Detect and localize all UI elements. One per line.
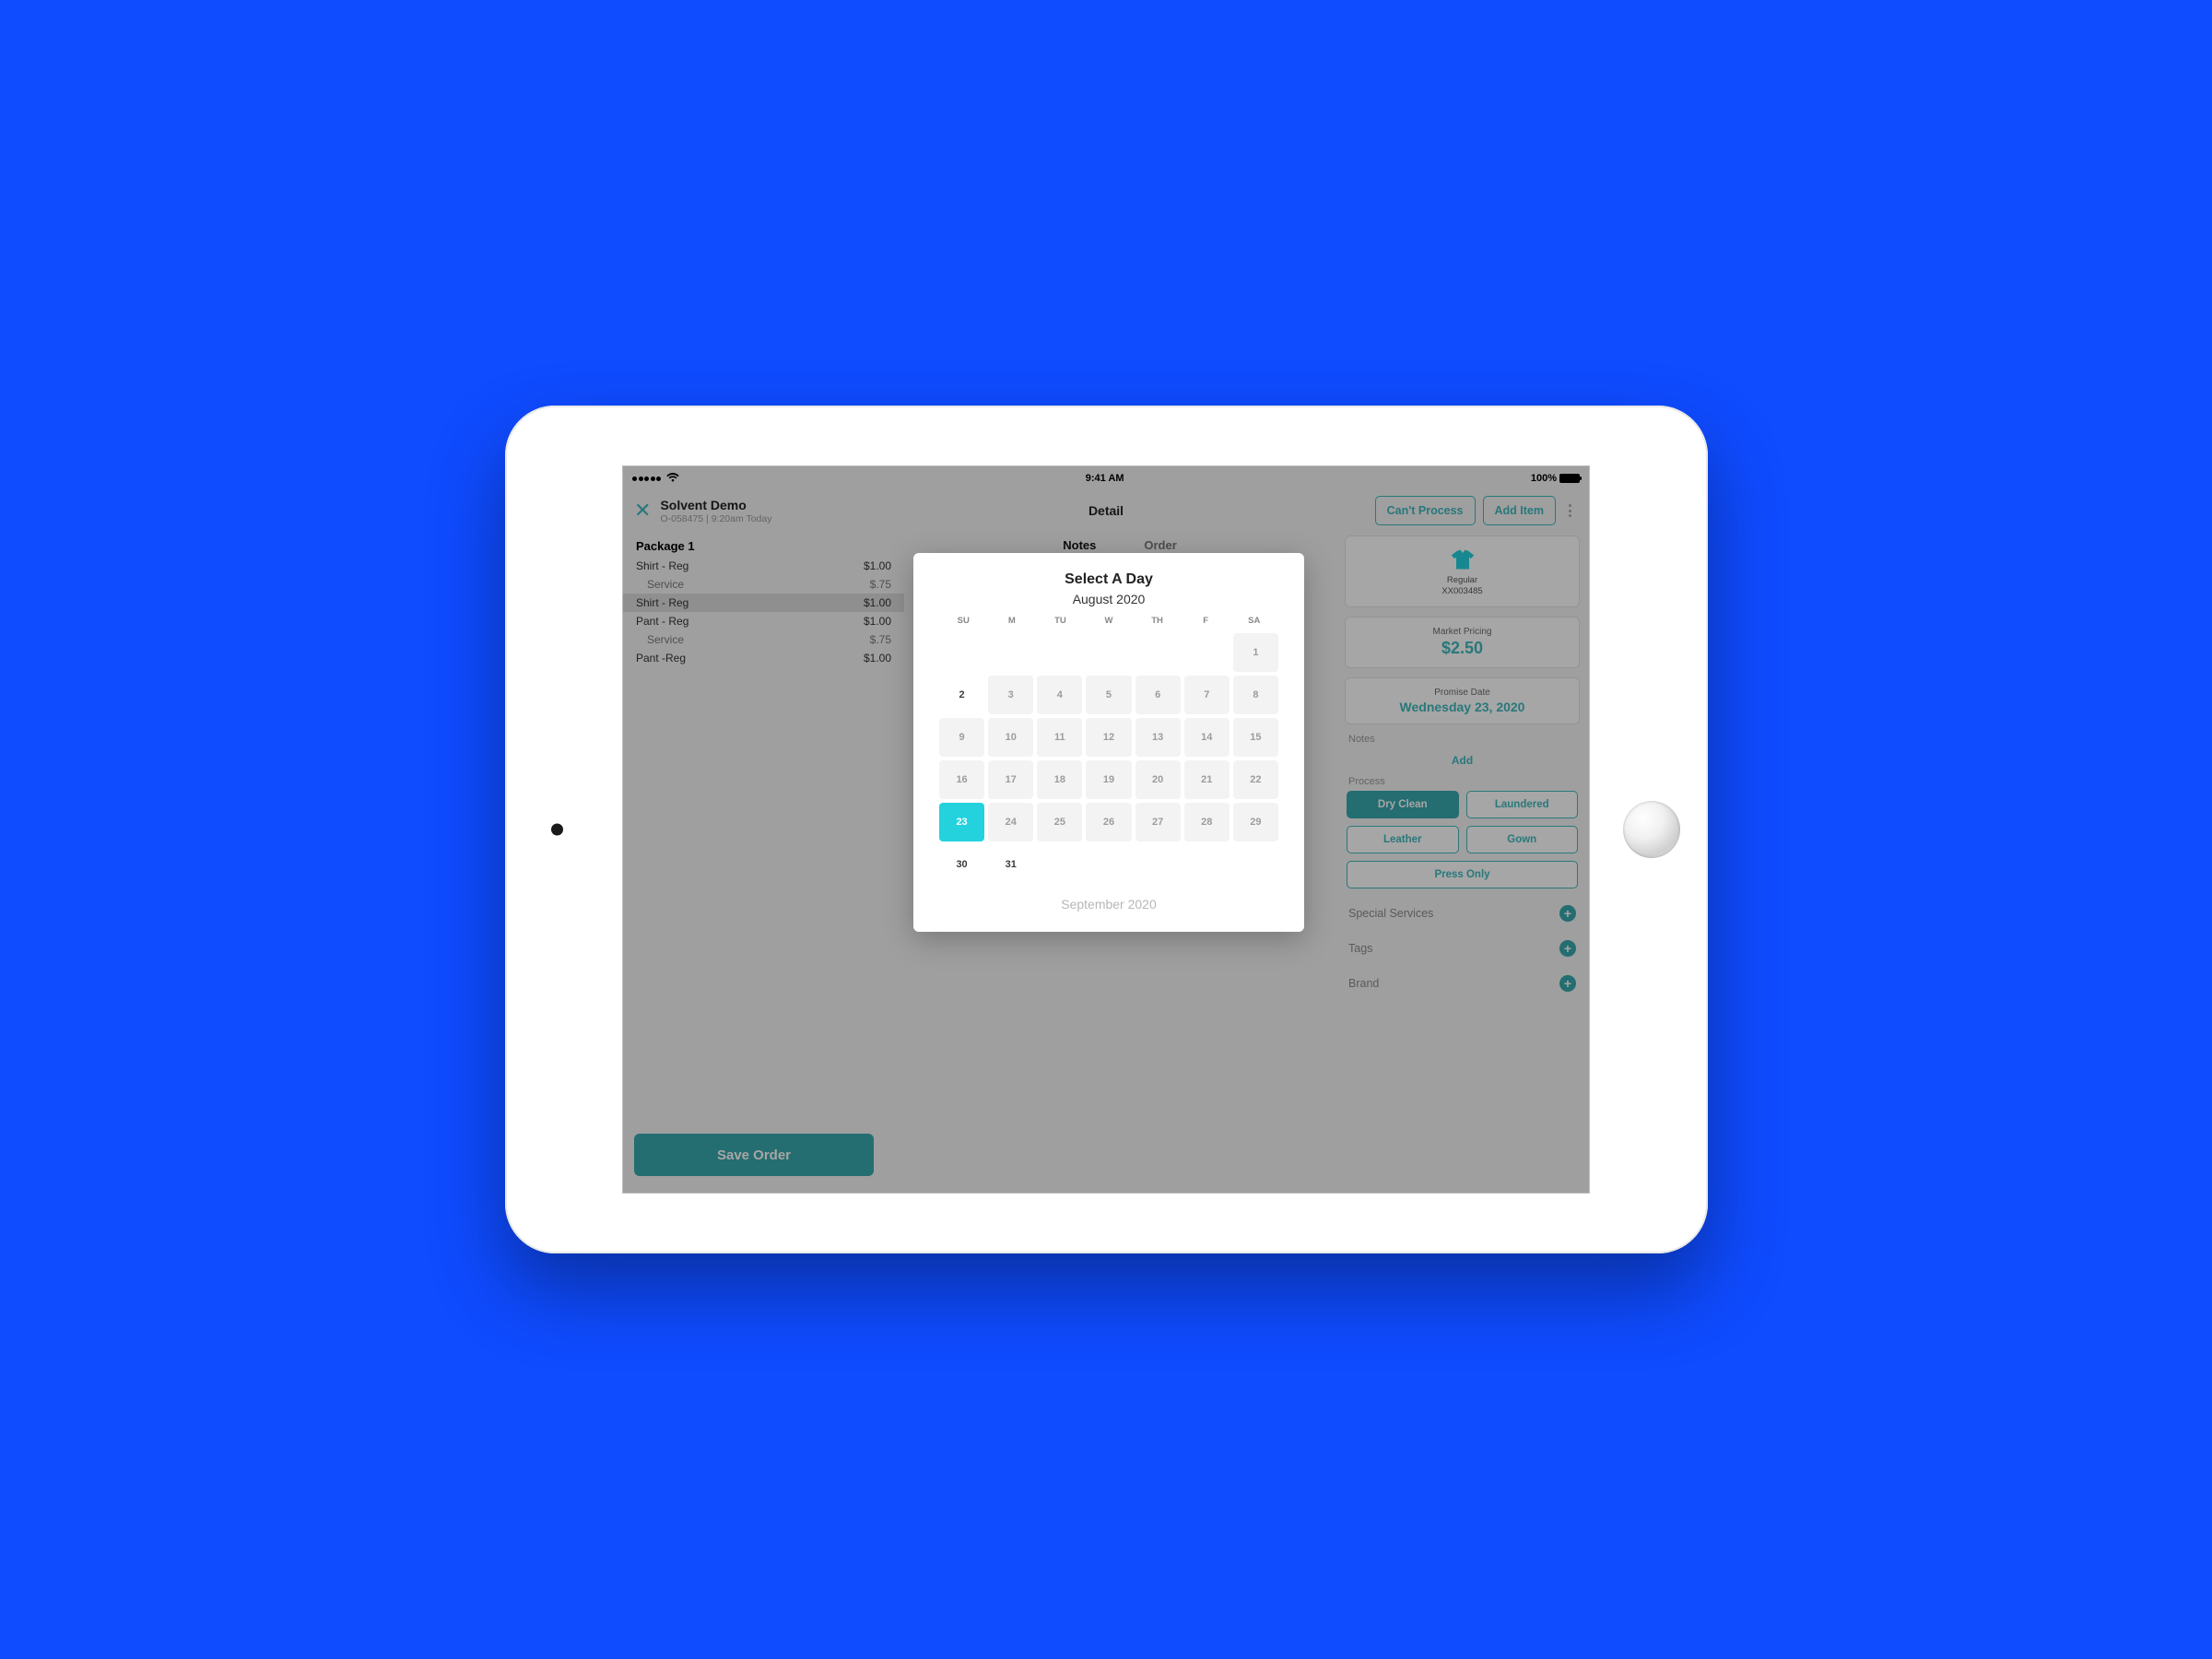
picker-month: August 2020 bbox=[939, 592, 1278, 606]
dow-label: W bbox=[1085, 616, 1134, 626]
dow-label: TU bbox=[1036, 616, 1085, 626]
ipad-frame: 9:41 AM 100% ✕ Solvent Demo O-058475 | 9… bbox=[505, 406, 1708, 1253]
calendar-day[interactable]: 3 bbox=[988, 676, 1033, 714]
calendar-day[interactable]: 24 bbox=[988, 803, 1033, 841]
calendar-day[interactable]: 23 bbox=[939, 803, 984, 841]
calendar-day[interactable]: 28 bbox=[1184, 803, 1230, 841]
dow-label: F bbox=[1182, 616, 1230, 626]
calendar-day[interactable]: 2 bbox=[939, 676, 984, 714]
dow-label: SU bbox=[939, 616, 988, 626]
calendar-day[interactable]: 12 bbox=[1086, 718, 1131, 757]
calendar-day[interactable]: 27 bbox=[1135, 803, 1181, 841]
calendar-day[interactable]: 30 bbox=[939, 845, 984, 884]
calendar-day[interactable]: 26 bbox=[1086, 803, 1131, 841]
calendar-day[interactable]: 7 bbox=[1184, 676, 1230, 714]
calendar-day[interactable]: 18 bbox=[1037, 760, 1082, 799]
dow-label: TH bbox=[1133, 616, 1182, 626]
calendar-day[interactable]: 5 bbox=[1086, 676, 1131, 714]
calendar-day[interactable]: 25 bbox=[1037, 803, 1082, 841]
calendar-day[interactable]: 10 bbox=[988, 718, 1033, 757]
calendar-day[interactable]: 14 bbox=[1184, 718, 1230, 757]
app-screen: 9:41 AM 100% ✕ Solvent Demo O-058475 | 9… bbox=[622, 465, 1590, 1194]
date-picker-modal: Select A Day August 2020 SUMTUWTHFSA 123… bbox=[913, 553, 1304, 932]
calendar-day[interactable]: 16 bbox=[939, 760, 984, 799]
calendar-day[interactable]: 21 bbox=[1184, 760, 1230, 799]
home-button[interactable] bbox=[1623, 801, 1680, 858]
calendar-day[interactable]: 4 bbox=[1037, 676, 1082, 714]
dow-label: SA bbox=[1230, 616, 1278, 626]
dow-label: M bbox=[988, 616, 1037, 626]
picker-title: Select A Day bbox=[939, 571, 1278, 588]
camera-dot bbox=[551, 824, 563, 836]
calendar-day[interactable]: 13 bbox=[1135, 718, 1181, 757]
calendar-day[interactable]: 8 bbox=[1233, 676, 1278, 714]
calendar-day[interactable]: 29 bbox=[1233, 803, 1278, 841]
calendar-day[interactable]: 1 bbox=[1233, 633, 1278, 672]
calendar-day[interactable]: 15 bbox=[1233, 718, 1278, 757]
calendar-day[interactable]: 19 bbox=[1086, 760, 1131, 799]
calendar-day[interactable]: 6 bbox=[1135, 676, 1181, 714]
calendar-day[interactable]: 22 bbox=[1233, 760, 1278, 799]
calendar-day[interactable]: 31 bbox=[988, 845, 1033, 884]
calendar-day[interactable]: 20 bbox=[1135, 760, 1181, 799]
calendar-day[interactable]: 9 bbox=[939, 718, 984, 757]
calendar-day[interactable]: 17 bbox=[988, 760, 1033, 799]
picker-next-month[interactable]: September 2020 bbox=[939, 897, 1278, 912]
calendar-day[interactable]: 11 bbox=[1037, 718, 1082, 757]
